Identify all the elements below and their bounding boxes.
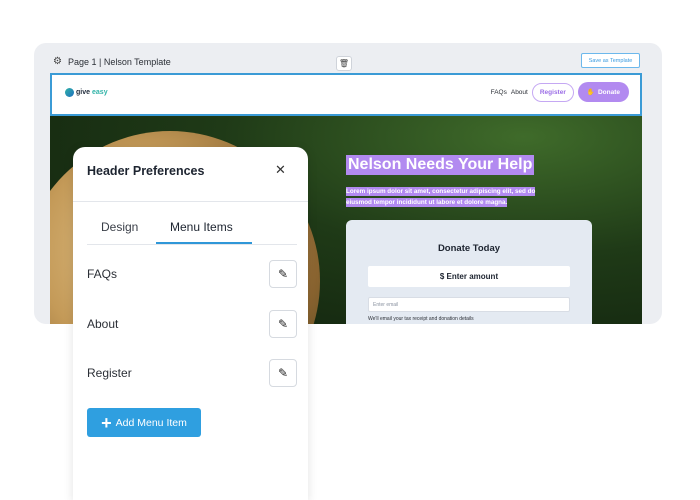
- divider: [73, 201, 308, 202]
- edit-about-button[interactable]: ✎: [269, 310, 297, 338]
- email-note: We'll email your tax receipt and donatio…: [368, 316, 474, 322]
- nav-about[interactable]: About: [511, 89, 528, 96]
- header-preferences-panel: Header Preferences ✕ Design Menu Items F…: [73, 147, 308, 500]
- gear-icon[interactable]: ⚙: [53, 56, 62, 67]
- email-input[interactable]: Enter email: [368, 297, 570, 312]
- tabs-divider: [87, 244, 297, 245]
- amount-input[interactable]: $ Enter amount: [368, 266, 570, 287]
- pencil-icon: ✎: [277, 267, 289, 281]
- add-menu-item-button[interactable]: + Add Menu Item: [87, 408, 201, 437]
- menu-item-label: About: [87, 317, 119, 331]
- nav-donate-button[interactable]: ✋ Donate: [577, 82, 629, 102]
- tab-menu-items[interactable]: Menu Items: [170, 220, 233, 234]
- editor-page-title: ⚙ Page 1 | Nelson Template: [53, 56, 171, 67]
- donate-card: Donate Today $ Enter amount Enter email …: [346, 220, 592, 324]
- logo-mark-icon: [65, 88, 74, 97]
- nav-register-button[interactable]: Register: [531, 82, 574, 102]
- delete-button[interactable]: 🗑: [336, 56, 352, 71]
- giveeasy-logo: give easy: [65, 88, 108, 97]
- hero-title[interactable]: Nelson Needs Your Help: [346, 155, 535, 175]
- edit-faqs-button[interactable]: ✎: [269, 260, 297, 288]
- nav-faqs[interactable]: FAQs: [491, 89, 507, 96]
- menu-item-about: About ✎: [87, 310, 297, 338]
- edit-register-button[interactable]: ✎: [269, 359, 297, 387]
- pencil-icon: ✎: [277, 366, 289, 380]
- donate-card-title: Donate Today: [437, 243, 501, 254]
- save-as-template-button[interactable]: Save as Template: [581, 53, 640, 68]
- menu-item-faqs: FAQs ✎: [87, 260, 297, 288]
- pencil-icon: ✎: [277, 317, 289, 331]
- menu-item-label: FAQs: [87, 267, 118, 281]
- close-icon[interactable]: ✕: [275, 162, 286, 178]
- panel-title: Header Preferences: [87, 164, 205, 178]
- menu-item-label: Register: [87, 366, 132, 380]
- menu-item-register: Register ✎: [87, 359, 297, 387]
- trash-icon: 🗑: [338, 59, 350, 68]
- page-title: Page 1 | Nelson Template: [67, 56, 171, 67]
- site-nav: FAQs About Register ✋ Donate: [491, 82, 629, 102]
- hero-description[interactable]: Lorem ipsum dolor sit amet, consectetur …: [346, 186, 591, 208]
- site-header-preview[interactable]: give easy FAQs About Register ✋ Donate: [50, 73, 642, 116]
- donate-hand-icon: ✋: [586, 89, 595, 96]
- plus-icon: +: [101, 412, 112, 433]
- tab-design[interactable]: Design: [101, 220, 138, 234]
